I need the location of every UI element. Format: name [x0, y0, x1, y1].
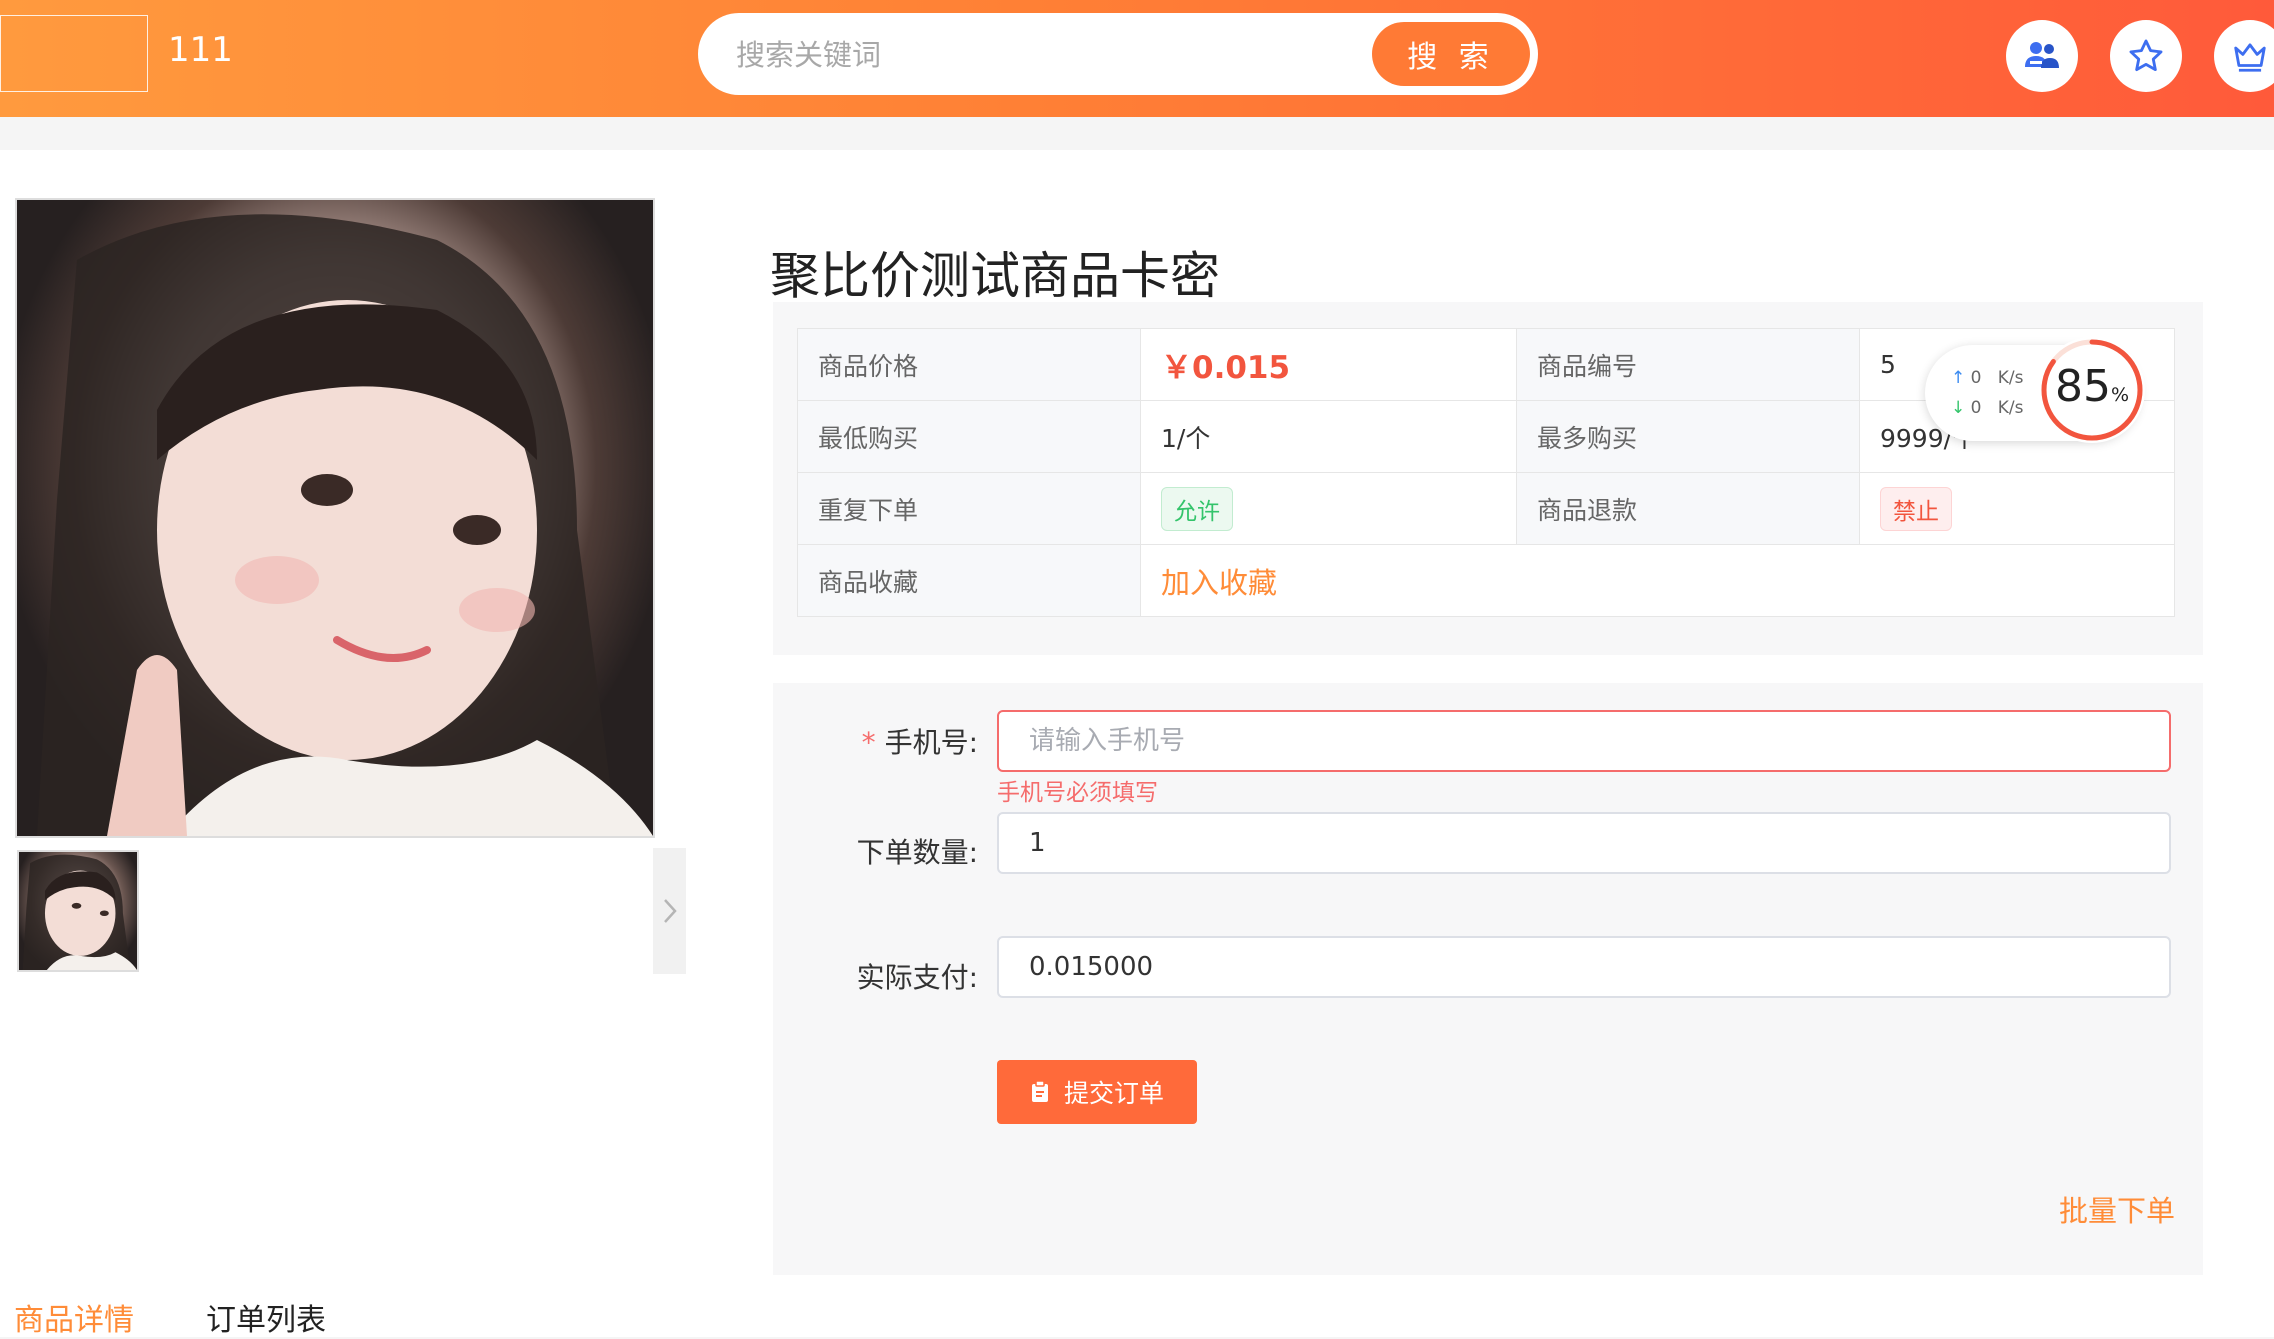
gauge-value: 85%	[2039, 361, 2145, 421]
actual-pay-input[interactable]	[997, 936, 2171, 998]
phone-label-text: 手机号:	[884, 726, 978, 759]
phone-error-text: 手机号必须填写	[997, 780, 1158, 806]
download-unit: K/s	[1997, 398, 2024, 418]
chevron-right-icon	[663, 899, 677, 923]
refund-badge: 禁止	[1880, 486, 1952, 531]
gauge-percent-sign: %	[2110, 384, 2130, 406]
favorite-cell: 加入收藏	[1140, 544, 2175, 617]
repeat-order-cell: 允许	[1140, 472, 1517, 545]
required-mark: *	[861, 726, 876, 759]
code-label: 商品编号	[1516, 328, 1860, 401]
download-value: 0	[1970, 398, 1982, 418]
phone-label: * 手机号:	[862, 721, 978, 761]
table-row: 商品收藏 加入收藏	[797, 544, 2175, 617]
search-bar: 搜 索	[698, 13, 1538, 95]
user-group-icon[interactable]	[2006, 20, 2078, 92]
upload-value: 0	[1970, 368, 1982, 388]
submit-order-label: 提交订单	[1063, 1079, 1164, 1108]
site-logo[interactable]	[0, 15, 148, 92]
price-label: 商品价格	[797, 328, 1141, 401]
table-row: 重复下单 允许 商品退款 禁止	[797, 472, 2175, 545]
clipboard-icon	[1031, 1080, 1048, 1102]
order-form-panel: * 手机号: 手机号必须填写 下单数量: 实际支付: 提交订单 批量下单	[773, 683, 2203, 1275]
header-gap	[0, 117, 2274, 150]
arrow-down-icon: ↓	[1951, 398, 1966, 418]
download-speed: ↓ 0 K/s	[1951, 393, 2023, 423]
arrow-up-icon: ↑	[1951, 368, 1966, 388]
upload-speed: ↑ 0 K/s	[1951, 363, 2023, 393]
max-buy-label: 最多购买	[1516, 400, 1860, 473]
network-speed-widget[interactable]: ↑ 0 K/s ↓ 0 K/s 85%	[1925, 337, 2145, 443]
star-icon[interactable]	[2110, 20, 2182, 92]
batch-order-link[interactable]: 批量下单	[2059, 1188, 2175, 1230]
phone-input[interactable]	[997, 710, 2171, 772]
search-button[interactable]: 搜 索	[1372, 22, 1530, 86]
thumbnail-strip	[0, 848, 686, 974]
add-to-favorites-link[interactable]: 加入收藏	[1161, 566, 1277, 600]
quantity-input[interactable]	[997, 812, 2171, 874]
min-buy-label: 最低购买	[797, 400, 1141, 473]
speed-readout: ↑ 0 K/s ↓ 0 K/s	[1951, 363, 2023, 423]
repeat-order-badge: 允许	[1161, 486, 1233, 531]
site-name[interactable]: 111	[168, 30, 233, 70]
top-header: 111 搜 索	[0, 0, 2274, 117]
product-main-image[interactable]	[15, 198, 655, 838]
memory-usage-gauge: 85%	[2039, 337, 2145, 443]
quantity-label: 下单数量:	[856, 836, 978, 869]
crown-icon[interactable]	[2214, 20, 2274, 92]
refund-label: 商品退款	[1516, 472, 1860, 545]
upload-unit: K/s	[1997, 368, 2024, 388]
min-buy-value: 1/个	[1140, 400, 1517, 473]
repeat-order-label: 重复下单	[797, 472, 1141, 545]
search-input[interactable]	[734, 31, 1318, 79]
tab-order-list[interactable]: 订单列表	[206, 1295, 326, 1339]
portrait-illustration	[37, 214, 653, 836]
gauge-percent: 85	[2054, 361, 2111, 412]
actual-pay-label: 实际支付:	[856, 961, 978, 994]
price-value: ￥0.015	[1161, 350, 1291, 386]
price-value-cell: ￥0.015	[1140, 328, 1517, 401]
submit-order-button[interactable]: 提交订单	[997, 1060, 1197, 1124]
product-thumbnail[interactable]	[17, 850, 139, 972]
tab-product-details[interactable]: 商品详情	[14, 1295, 134, 1339]
thumbnail-next-button[interactable]	[653, 848, 686, 974]
refund-cell: 禁止	[1859, 472, 2175, 545]
product-content: 聚比价测试商品卡密 商品价格 ￥0.015 商品编号 5 最低购买 1/个 最多…	[0, 150, 2274, 1339]
favorite-label: 商品收藏	[797, 544, 1141, 617]
product-title: 聚比价测试商品卡密	[770, 246, 1220, 305]
